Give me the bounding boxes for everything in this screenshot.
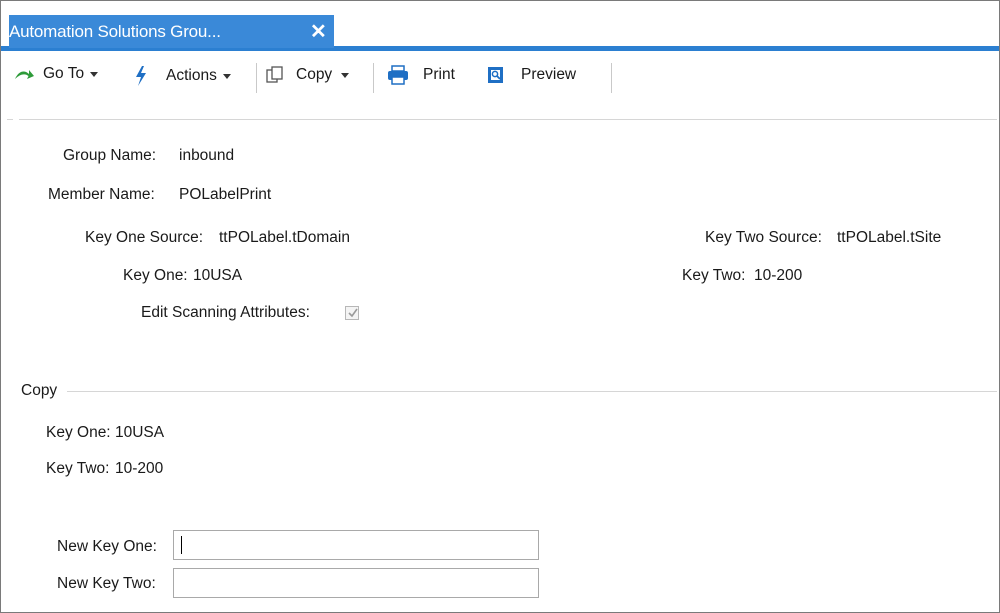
text-cursor	[181, 536, 182, 554]
chevron-down-icon	[90, 71, 99, 77]
goto-label: Go To	[43, 65, 85, 82]
edit-scanning-attributes-checkbox[interactable]	[345, 306, 359, 320]
print-label: Print	[423, 66, 455, 83]
copy-button[interactable]: Copy	[265, 65, 350, 85]
key-one-value: 10USA	[193, 267, 243, 284]
lightning-icon	[136, 66, 146, 86]
chevron-down-icon	[222, 73, 231, 79]
key-one-source-label: Key One Source:	[85, 229, 204, 246]
chevron-down-icon	[341, 72, 350, 78]
key-two-source-value: ttPOLabel.tSite	[837, 229, 942, 246]
key-two-label: Key Two:	[682, 267, 746, 284]
window: Automation Solutions Grou... ✕ Go To Act…	[0, 0, 1000, 613]
key-one-source-value: ttPOLabel.tDomain	[219, 229, 350, 246]
goto-arrow-icon	[15, 70, 34, 79]
toolbar-divider	[373, 63, 374, 93]
copy-key-two-label: Key Two:	[46, 460, 110, 477]
toolbar: Go To Actions Copy Print Preview	[1, 59, 999, 95]
key-two-source-label: Key Two Source:	[705, 229, 822, 246]
group-name-value: inbound	[179, 147, 235, 164]
checkmark-icon	[348, 308, 358, 318]
tab-strip: Automation Solutions Grou... ✕	[1, 1, 999, 51]
actions-label: Actions	[166, 67, 217, 84]
copy-key-two-value: 10-200	[115, 460, 164, 477]
toolbar-divider	[256, 63, 257, 93]
copy-icon	[266, 66, 283, 83]
new-key-two-label: New Key Two:	[57, 575, 156, 592]
new-key-two-field[interactable]	[173, 568, 539, 598]
group-name-label: Group Name:	[63, 147, 157, 164]
preview-button[interactable]: Preview	[486, 65, 576, 85]
printer-icon	[388, 65, 408, 85]
edit-scanning-attributes-label: Edit Scanning Attributes:	[141, 304, 310, 321]
key-two-value: 10-200	[754, 267, 803, 284]
divider	[7, 119, 13, 120]
actions-button[interactable]: Actions	[134, 65, 231, 87]
tab-title: Automation Solutions Grou...	[9, 21, 221, 41]
goto-button[interactable]: Go To	[13, 65, 99, 83]
preview-label: Preview	[521, 66, 577, 83]
copy-key-one-value: 10USA	[115, 424, 165, 441]
copy-section-title: Copy	[21, 382, 58, 399]
copy-key-one-label: Key One:	[46, 424, 111, 441]
print-preview-icon	[488, 67, 503, 83]
print-button[interactable]: Print	[387, 65, 455, 85]
close-icon[interactable]: ✕	[310, 19, 327, 44]
new-key-one-field[interactable]	[173, 530, 539, 560]
key-one-label: Key One:	[123, 267, 188, 284]
tab-automation-solutions[interactable]: Automation Solutions Grou... ✕	[9, 15, 334, 48]
divider	[19, 119, 997, 120]
toolbar-divider	[611, 63, 612, 93]
member-name-label: Member Name:	[48, 186, 155, 203]
copy-section-divider	[67, 391, 997, 392]
new-key-one-label: New Key One:	[57, 538, 157, 555]
copy-label: Copy	[296, 66, 333, 83]
member-name-value: POLabelPrint	[179, 186, 272, 203]
